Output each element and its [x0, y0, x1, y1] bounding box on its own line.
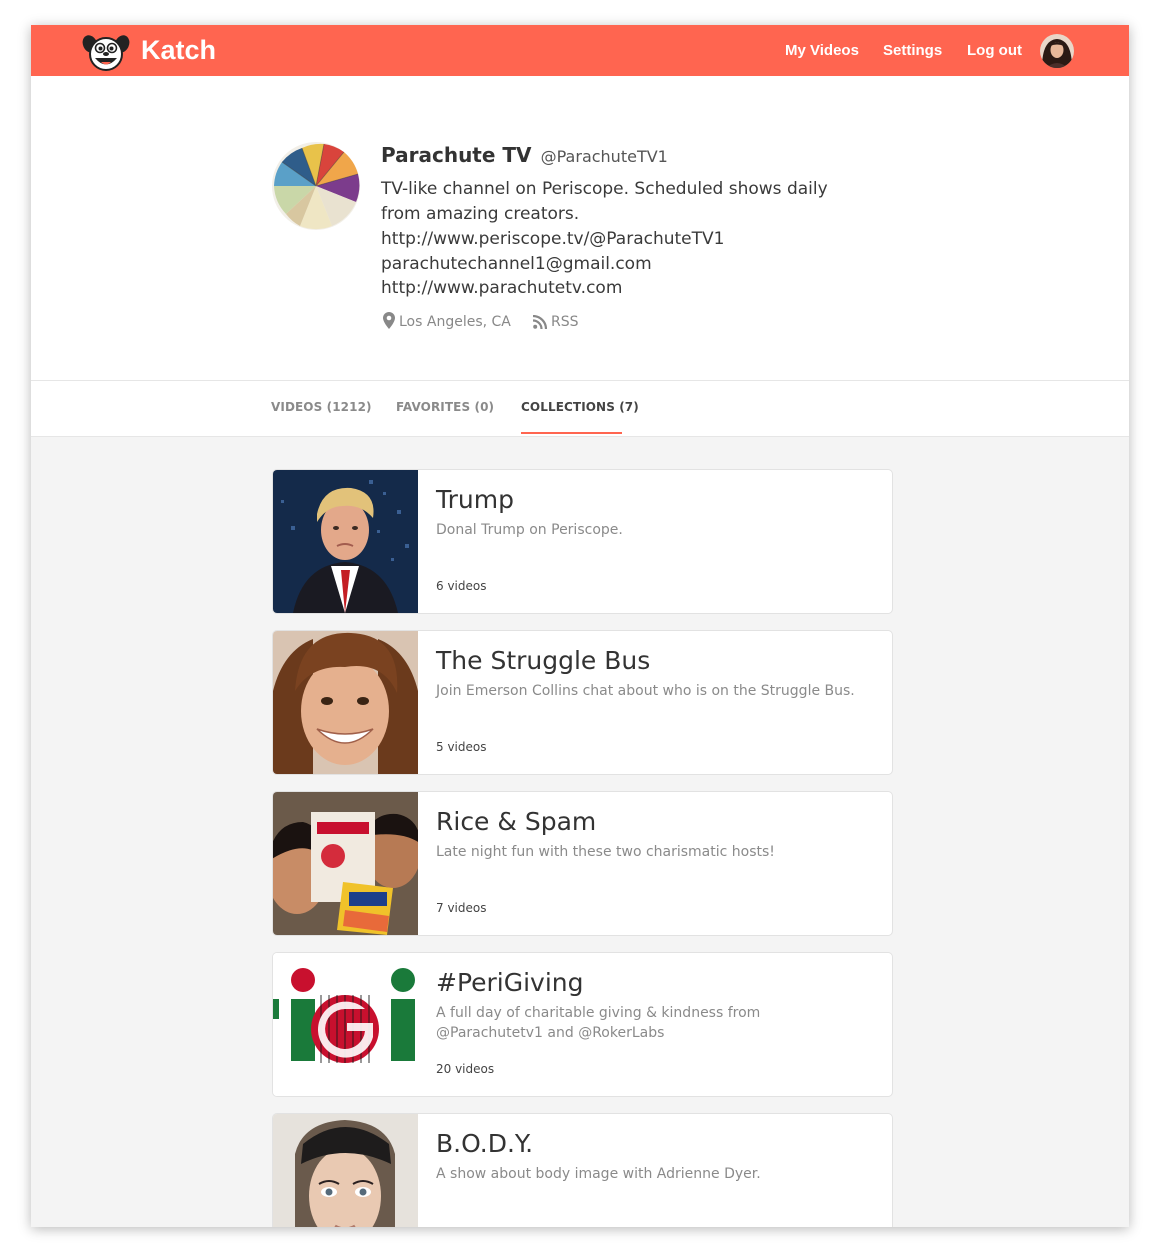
bio-link-periscope[interactable]: http://www.periscope.tv/@ParachuteTV1	[381, 227, 724, 251]
collection-thumbnail	[273, 631, 418, 774]
top-navbar: Katch My Videos Settings Log out	[31, 25, 1129, 76]
collection-thumbnail	[273, 470, 418, 613]
map-pin-icon	[383, 312, 395, 329]
tab-favorites[interactable]: FAVORITES (0)	[396, 400, 494, 414]
collection-description: Donal Trump on Periscope.	[436, 522, 623, 538]
collection-title: #PeriGiving	[436, 968, 584, 997]
location: Los Angeles, CA	[383, 312, 511, 332]
bio-email[interactable]: parachutechannel1@gmail.com	[381, 252, 652, 276]
divider	[31, 380, 1129, 381]
profile-header: Parachute TV @ParachuteTV1	[381, 143, 668, 167]
collection-card-body[interactable]: B.O.D.Y. A show about body image with Ad…	[272, 1113, 893, 1227]
collection-thumbnail	[273, 792, 418, 935]
collection-card-trump[interactable]: Trump Donal Trump on Periscope. 6 videos	[272, 469, 893, 614]
collection-video-count: 5 videos	[436, 740, 487, 754]
user-avatar[interactable]	[1040, 34, 1074, 68]
collection-video-count: 6 videos	[436, 579, 487, 593]
nav-settings-link[interactable]: Settings	[883, 41, 942, 61]
collection-title: The Struggle Bus	[436, 646, 651, 675]
tab-videos[interactable]: VIDEOS (1212)	[271, 400, 372, 414]
collection-card-rice-spam[interactable]: Rice & Spam Late night fun with these tw…	[272, 791, 893, 936]
collection-description: A show about body image with Adrienne Dy…	[436, 1166, 761, 1182]
collection-description: A full day of charitable giving & kindne…	[436, 1005, 761, 1041]
location-text: Los Angeles, CA	[399, 314, 511, 330]
channel-avatar	[272, 142, 360, 230]
tab-collections[interactable]: COLLECTIONS (7)	[521, 400, 639, 414]
collection-video-count: 7 videos	[436, 901, 487, 915]
collection-video-count: 20 videos	[436, 1062, 495, 1076]
collection-description: Join Emerson Collins chat about who is o…	[436, 683, 855, 699]
collection-card-struggle-bus[interactable]: The Struggle Bus Join Emerson Collins ch…	[272, 630, 893, 775]
collections-list: Trump Donal Trump on Periscope. 6 videos…	[31, 436, 1129, 1227]
collection-title: B.O.D.Y.	[436, 1129, 534, 1158]
channel-handle[interactable]: @ParachuteTV1	[541, 147, 668, 166]
collection-thumbnail	[273, 953, 418, 1096]
bio-link-website[interactable]: http://www.parachutetv.com	[381, 276, 622, 300]
collection-card-perigiving[interactable]: #PeriGiving A full day of charitable giv…	[272, 952, 893, 1097]
active-tab-indicator	[521, 432, 622, 434]
bio-line: from amazing creators.	[381, 204, 580, 224]
collection-title: Rice & Spam	[436, 807, 597, 836]
brand-name[interactable]: Katch	[141, 33, 216, 67]
nav-logout-link[interactable]: Log out	[967, 41, 1022, 61]
bio-line: TV-like channel on Periscope. Scheduled …	[381, 179, 828, 199]
rss-link[interactable]: RSS	[532, 312, 579, 332]
channel-name: Parachute TV	[381, 143, 532, 167]
collection-title: Trump	[436, 485, 514, 514]
nav-my-videos-link[interactable]: My Videos	[785, 41, 859, 61]
collection-description: Late night fun with these two charismati…	[436, 844, 775, 860]
rss-icon	[532, 314, 548, 330]
rss-text: RSS	[551, 314, 579, 330]
app-window: Katch My Videos Settings Log out Parachu…	[31, 25, 1129, 1227]
katch-dog-logo-icon[interactable]	[81, 33, 131, 71]
collection-thumbnail	[273, 1114, 418, 1227]
